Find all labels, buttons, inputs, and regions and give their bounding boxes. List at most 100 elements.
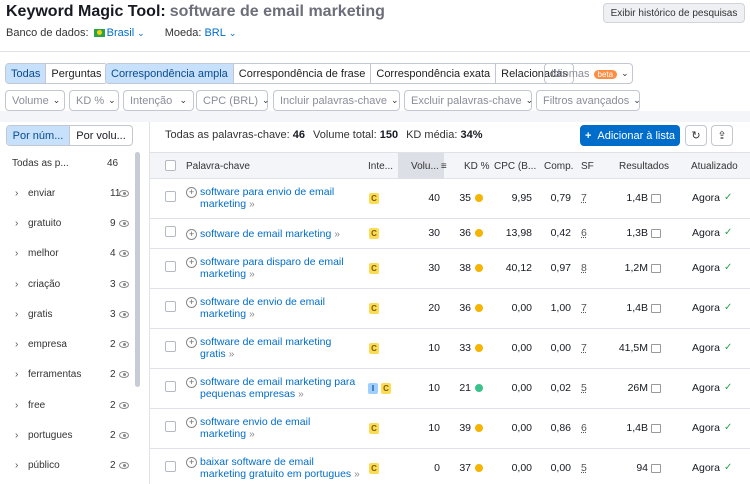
col-serp-features[interactable]: SF [581,153,594,180]
filter-include-keywords[interactable]: Incluir palavras-chave ⌄ [273,90,400,111]
export-button[interactable]: ⇪ [711,125,733,146]
tab-by-volume[interactable]: Por volu... [70,126,132,145]
serp-preview-icon[interactable] [651,304,661,313]
add-keyword-icon[interactable]: + [186,377,197,388]
keyword-link[interactable]: software de email marketing» [200,228,360,241]
add-keyword-icon[interactable]: + [186,417,197,428]
sidebar-group-item[interactable]: › público 2 [0,451,140,481]
add-keyword-icon[interactable]: + [186,187,197,198]
serp-preview-icon[interactable] [651,194,661,203]
serp-features-value[interactable]: 7 [581,192,587,204]
double-chevron-icon[interactable]: » [249,199,255,210]
serp-features-value[interactable]: 5 [581,462,587,474]
serp-features-value[interactable]: 5 [581,382,587,394]
chevron-right-icon[interactable]: › [15,339,18,350]
row-checkbox[interactable] [165,226,176,237]
select-all-checkbox[interactable] [165,160,176,171]
serp-features-value[interactable]: 8 [581,262,587,274]
serp-features-value[interactable]: 6 [581,227,587,239]
chevron-right-icon[interactable]: › [15,248,18,259]
tab-all[interactable]: Todas [6,64,47,83]
serp-preview-icon[interactable] [651,464,661,473]
eye-icon[interactable] [119,250,129,258]
eye-icon[interactable] [119,432,129,440]
chevron-right-icon[interactable]: › [15,369,18,380]
sidebar-group-item[interactable]: › ferramentas 2 [0,360,140,390]
double-chevron-icon[interactable]: » [249,269,255,280]
chevron-right-icon[interactable]: › [15,460,18,471]
chevron-right-icon[interactable]: › [15,279,18,290]
sidebar-group-item[interactable]: › enviar 11 [0,178,140,208]
col-results[interactable]: Resultados [619,153,669,180]
col-competition[interactable]: Comp. [544,153,573,180]
serp-preview-icon[interactable] [651,229,661,238]
tab-phrase-match[interactable]: Correspondência de frase [234,64,372,83]
serp-preview-icon[interactable] [651,424,661,433]
serp-features-value[interactable]: 7 [581,342,587,354]
col-keyword[interactable]: Palavra-chave [186,153,250,180]
add-to-list-button[interactable]: + Adicionar à lista [580,125,680,146]
sidebar-group-item[interactable]: › gratuito 9 [0,208,140,238]
col-updated[interactable]: Atualizado [691,153,738,180]
row-checkbox[interactable] [165,301,176,312]
keyword-link[interactable]: software de email marketing gratis» [200,336,360,361]
add-keyword-icon[interactable]: + [186,297,197,308]
sidebar-group-item[interactable]: › criação 3 [0,269,140,299]
keyword-link[interactable]: baixar software de email marketing gratu… [200,456,360,481]
eye-icon[interactable] [119,310,129,318]
add-keyword-icon[interactable]: + [186,229,197,240]
filter-intent[interactable]: Intenção ⌄ [123,90,194,111]
eye-icon[interactable] [119,371,129,379]
eye-icon[interactable] [119,341,129,349]
tab-by-number[interactable]: Por núm... [7,126,70,145]
tab-exact-match[interactable]: Correspondência exata [371,64,497,83]
double-chevron-icon[interactable]: » [298,389,304,400]
row-checkbox[interactable] [165,421,176,432]
sidebar-group-item[interactable]: › free 2 [0,390,140,420]
col-cpc[interactable]: CPC (B... [494,153,536,180]
tab-questions[interactable]: Perguntas [46,64,106,83]
sidebar-group-item[interactable]: › portugues 2 [0,420,140,450]
eye-icon[interactable] [119,219,129,227]
eye-icon[interactable] [119,401,129,409]
chevron-right-icon[interactable]: › [15,188,18,199]
double-chevron-icon[interactable]: » [334,229,340,240]
double-chevron-icon[interactable]: » [354,469,360,480]
col-intent[interactable]: Inte... [368,153,393,180]
keyword-link[interactable]: software de email marketing para pequena… [200,376,360,401]
filter-advanced[interactable]: Filtros avançados ⌄ [536,90,641,111]
serp-features-value[interactable]: 6 [581,422,587,434]
filter-cpc[interactable]: CPC (BRL) ⌄ [196,90,270,111]
eye-icon[interactable] [119,462,129,470]
add-keyword-icon[interactable]: + [186,257,197,268]
chevron-right-icon[interactable]: › [15,309,18,320]
sidebar-all-label[interactable]: Todas as p... [12,158,69,169]
row-checkbox[interactable] [165,191,176,202]
keyword-link[interactable]: software para envio de email marketing» [200,186,360,211]
chevron-right-icon[interactable]: › [15,400,18,411]
keyword-link[interactable]: software de envio de email marketing» [200,296,360,321]
history-button[interactable]: Exibir histórico de pesquisas [603,3,745,23]
add-keyword-icon[interactable]: + [186,337,197,348]
filter-kd[interactable]: KD % ⌄ [69,90,119,111]
row-checkbox[interactable] [165,261,176,272]
eye-icon[interactable] [119,280,129,288]
chevron-right-icon[interactable]: › [15,218,18,229]
serp-preview-icon[interactable] [651,264,661,273]
filter-exclude-keywords[interactable]: Excluir palavras-chave ⌄ [404,90,533,111]
col-kd[interactable]: KD % [464,153,490,180]
col-volume[interactable]: Volu... ≡ [398,153,447,180]
serp-preview-icon[interactable] [651,344,661,353]
sidebar-group-item[interactable]: › empresa 2 [0,329,140,359]
row-checkbox[interactable] [165,341,176,352]
chevron-right-icon[interactable]: › [15,430,18,441]
double-chevron-icon[interactable]: » [249,429,255,440]
double-chevron-icon[interactable]: » [229,349,235,360]
serp-preview-icon[interactable] [651,384,661,393]
sidebar-scrollbar[interactable] [135,152,140,387]
filter-volume[interactable]: Volume ⌄ [5,90,65,111]
database-selector[interactable]: Banco de dados: Brasil ⌄ [6,27,145,39]
currency-selector[interactable]: Moeda: BRL ⌄ [165,27,237,39]
tab-broad-match[interactable]: Correspondência ampla [106,64,234,83]
refresh-button[interactable]: ↻ [685,125,707,146]
